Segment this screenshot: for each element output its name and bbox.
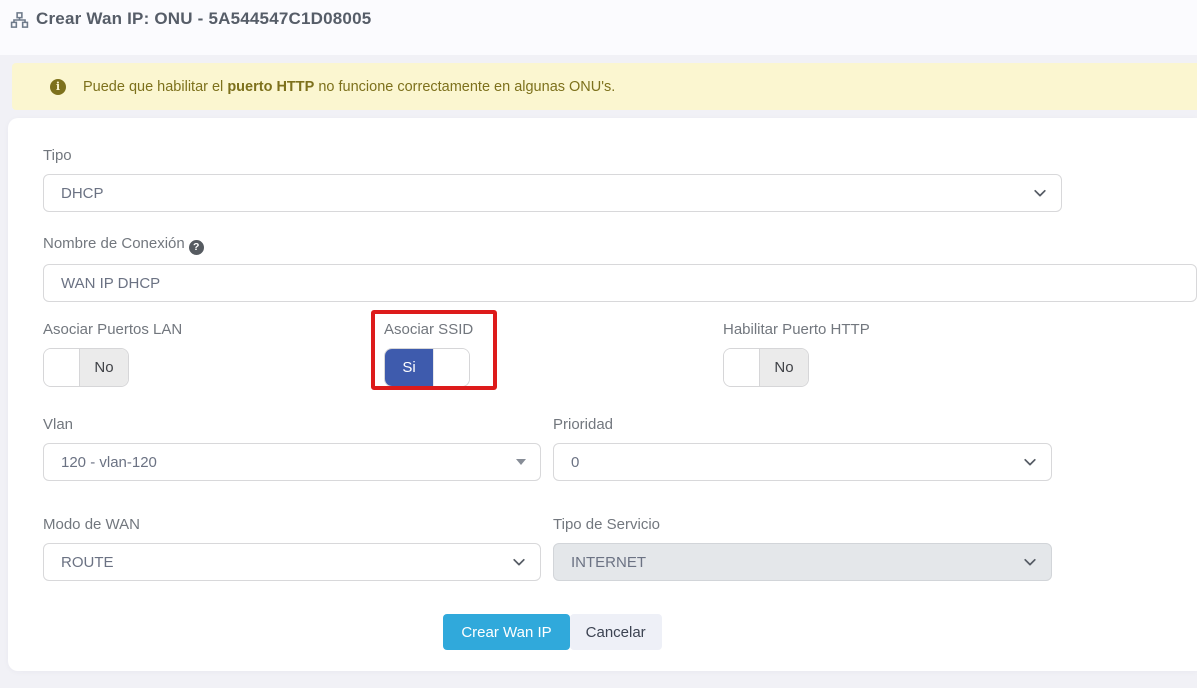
vlan-label: Vlan bbox=[43, 415, 541, 434]
prioridad-select-value: 0 bbox=[571, 454, 1015, 471]
asociar-ssid-label: Asociar SSID bbox=[384, 320, 723, 339]
chevron-down-icon bbox=[1033, 186, 1047, 200]
info-icon: i bbox=[50, 79, 66, 95]
alert-banner: i Puede que habilitar el puerto HTTP no … bbox=[12, 63, 1197, 110]
chevron-down-icon bbox=[512, 555, 526, 569]
modo-wan-select-value: ROUTE bbox=[61, 554, 504, 571]
tipo-select-value: DHCP bbox=[61, 185, 1025, 202]
chevron-down-icon bbox=[1023, 555, 1037, 569]
chevron-down-icon bbox=[1023, 455, 1037, 469]
asociar-puertos-lan-label: Asociar Puertos LAN bbox=[43, 320, 384, 339]
modo-wan-select[interactable]: ROUTE bbox=[43, 543, 541, 581]
cancelar-button[interactable]: Cancelar bbox=[570, 614, 662, 650]
question-circle-icon: ? bbox=[189, 240, 204, 255]
habilitar-puerto-http-label: Habilitar Puerto HTTP bbox=[723, 320, 1062, 339]
prioridad-select[interactable]: 0 bbox=[553, 443, 1052, 481]
connection-name-input[interactable] bbox=[43, 264, 1197, 302]
tipo-servicio-select: INTERNET bbox=[553, 543, 1052, 581]
asociar-puertos-lan-toggle[interactable]: No bbox=[43, 348, 129, 387]
tipo-servicio-select-value: INTERNET bbox=[571, 554, 1015, 571]
form-card: Tipo DHCP Nombre de Conexión? Asociar Pu… bbox=[8, 118, 1197, 671]
vlan-select-value: 120 - vlan-120 bbox=[61, 454, 508, 471]
toggle-handle bbox=[724, 349, 760, 386]
nombre-conexion-label: Nombre de Conexión? bbox=[43, 234, 1197, 255]
caret-down-icon bbox=[516, 459, 526, 465]
habilitar-puerto-http-toggle[interactable]: No bbox=[723, 348, 809, 387]
asociar-ssid-toggle[interactable]: Si bbox=[384, 348, 470, 387]
sitemap-icon bbox=[10, 11, 29, 29]
crear-wan-ip-button[interactable]: Crear Wan IP bbox=[443, 614, 569, 650]
toggle-handle bbox=[433, 349, 469, 386]
toggle-state-label: No bbox=[760, 349, 808, 386]
page-header: Crear Wan IP: ONU - 5A544547C1D08005 bbox=[0, 0, 1197, 55]
toggle-handle bbox=[44, 349, 80, 386]
tipo-select[interactable]: DHCP bbox=[43, 174, 1062, 212]
tipo-servicio-label: Tipo de Servicio bbox=[553, 515, 1052, 534]
page-title: Crear Wan IP: ONU - 5A544547C1D08005 bbox=[36, 9, 371, 29]
modo-wan-label: Modo de WAN bbox=[43, 515, 541, 534]
vlan-select[interactable]: 120 - vlan-120 bbox=[43, 443, 541, 481]
alert-text: Puede que habilitar el puerto HTTP no fu… bbox=[83, 79, 615, 95]
tipo-label: Tipo bbox=[43, 146, 1197, 165]
toggle-state-label: Si bbox=[385, 349, 433, 386]
prioridad-label: Prioridad bbox=[553, 415, 1052, 434]
toggle-state-label: No bbox=[80, 349, 128, 386]
